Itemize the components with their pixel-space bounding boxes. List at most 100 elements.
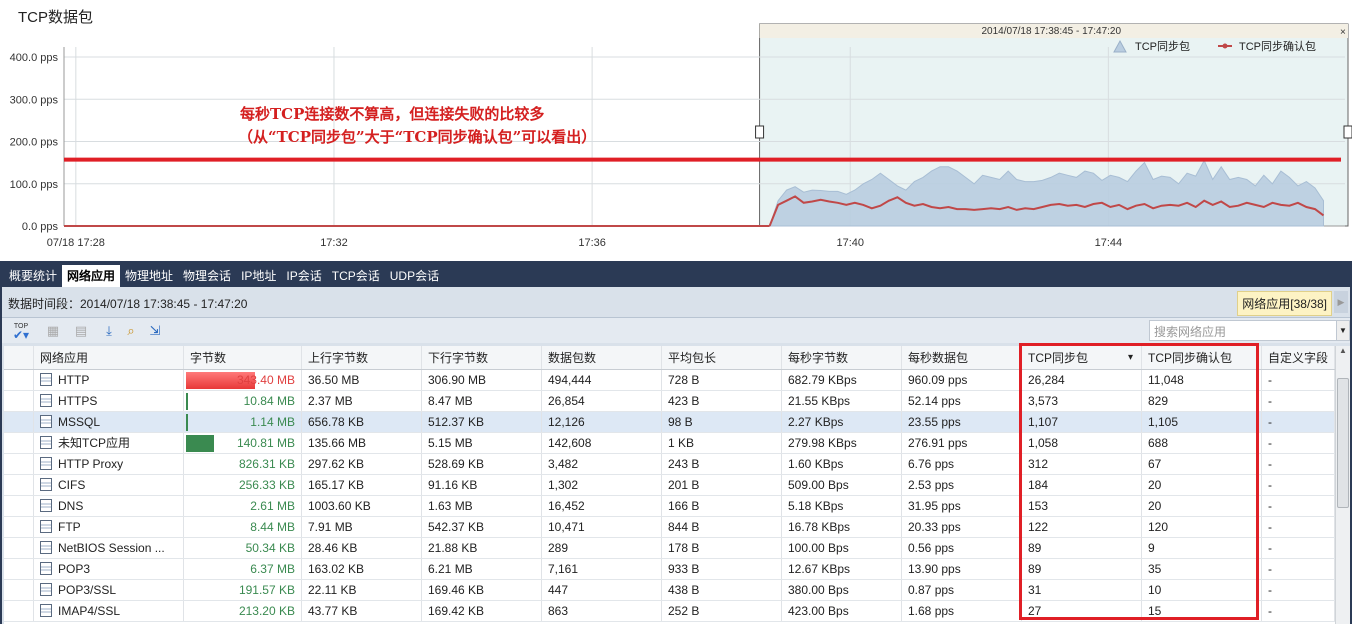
tab-1[interactable]: 网络应用: [62, 265, 121, 287]
cell-value: -: [1268, 604, 1272, 618]
chevron-down-icon[interactable]: ▼: [1336, 320, 1350, 341]
cell-value: 140.81 MB: [236, 436, 295, 450]
column-header-label: 平均包长: [668, 351, 717, 365]
app-icon: [40, 436, 52, 449]
tab-2[interactable]: 物理地址: [120, 265, 178, 287]
cell-value: 10: [1148, 583, 1162, 597]
cell-value: MSSQL: [58, 415, 101, 429]
column-header[interactable]: 网络应用: [34, 346, 184, 369]
cell-value: 27: [1028, 604, 1042, 618]
cell-2: 135.66 MB: [302, 433, 422, 453]
cell-1: 50.34 KB: [184, 538, 302, 558]
tab-5[interactable]: IP会话: [281, 265, 326, 287]
table-row[interactable]: CIFS 256.33 KB 165.17 KB 91.16 KB 1,302 201 B…: [4, 475, 1335, 496]
cell-6: 5.18 KBps: [782, 496, 902, 516]
cell-value: 165.17 KB: [308, 478, 365, 492]
column-header[interactable]: 每秒数据包: [902, 346, 1022, 369]
cell-10: -: [1262, 433, 1335, 453]
export-icon[interactable]: ⇲: [146, 322, 164, 340]
cell-value: -: [1268, 520, 1272, 534]
cell-6: 100.00 Bps: [782, 538, 902, 558]
cell-value: 20.33 pps: [908, 520, 961, 534]
chevron-right-icon[interactable]: ▶: [1334, 291, 1348, 313]
cell-2: 2.37 MB: [302, 391, 422, 411]
row-header: [4, 496, 34, 516]
column-header[interactable]: TCP同步确认包: [1142, 346, 1262, 369]
table-icon[interactable]: ▤: [72, 322, 90, 340]
x-tick-label: 17:32: [320, 237, 348, 249]
cell-value: 289: [548, 541, 569, 555]
cell-value: 135.66 MB: [308, 436, 367, 450]
cell-9: 20: [1142, 496, 1262, 516]
close-icon: ×: [1340, 27, 1346, 38]
cell-10: -: [1262, 538, 1335, 558]
cell-7: 31.95 pps: [902, 496, 1022, 516]
column-header[interactable]: 每秒字节数: [782, 346, 902, 369]
scroll-up-icon[interactable]: ▲: [1336, 346, 1350, 355]
cell-value: 728 B: [668, 373, 700, 387]
column-header[interactable]: 字节数: [184, 346, 302, 369]
cell-value: 191.57 KB: [238, 583, 295, 597]
column-header-label: 自定义字段: [1268, 351, 1329, 365]
cell-9: 120: [1142, 517, 1262, 537]
cell-value: 826.31 KB: [238, 457, 295, 471]
cell-3: 6.21 MB: [422, 559, 542, 579]
calculator-icon[interactable]: ▦: [44, 322, 62, 340]
tab-bar: 概要统计 网络应用 物理地址 物理会话 IP地址 IP会话 TCP会话 UDP会话: [0, 261, 1352, 287]
column-header[interactable]: TCP同步包 ▾: [1022, 346, 1142, 369]
tab-4[interactable]: IP地址: [236, 265, 281, 287]
cell-1: 826.31 KB: [184, 454, 302, 474]
top-filter-button[interactable]: TOP ✔▾: [8, 322, 34, 341]
cell-value: -: [1268, 373, 1272, 387]
column-header[interactable]: 自定义字段: [1262, 346, 1335, 369]
row-header-corner: [4, 346, 34, 369]
table-row[interactable]: POP3 6.37 MB 163.02 KB 6.21 MB 7,161 933 B 12.…: [4, 559, 1335, 580]
table-row[interactable]: 未知TCP应用 140.81 MB 135.66 MB 5.15 MB 142,608 1…: [4, 433, 1335, 454]
cell-7: 6.76 pps: [902, 454, 1022, 474]
table-row[interactable]: POP3/SSL 191.57 KB 22.11 KB 169.46 KB 447 438…: [4, 580, 1335, 601]
column-header-label: 下行字节数: [428, 351, 489, 365]
scrollbar-thumb[interactable]: [1337, 378, 1349, 508]
table-row[interactable]: HTTPS 10.84 MB 2.37 MB 8.47 MB 26,854 423 B 21…: [4, 391, 1335, 412]
app-count-badge[interactable]: 网络应用[38/38]: [1237, 291, 1332, 316]
find-icon[interactable]: ⌕: [122, 322, 140, 340]
tab-0[interactable]: 概要统计: [4, 265, 62, 287]
cell-value: 1003.60 KB: [308, 499, 371, 513]
cell-7: 20.33 pps: [902, 517, 1022, 537]
row-header: [4, 412, 34, 432]
table-row[interactable]: HTTP 343.40 MB 36.50 MB 306.90 MB 494,444 728…: [4, 370, 1335, 391]
column-header[interactable]: 数据包数: [542, 346, 662, 369]
cell-2: 36.50 MB: [302, 370, 422, 390]
cell-10: -: [1262, 370, 1335, 390]
download-icon[interactable]: ⤓: [100, 322, 118, 340]
cell-7: 1.68 pps: [902, 601, 1022, 621]
table-row[interactable]: MSSQL 1.14 MB 656.78 KB 512.37 KB 12,126 98 B…: [4, 412, 1335, 433]
column-header[interactable]: 上行字节数: [302, 346, 422, 369]
app-icon: [40, 373, 52, 386]
app-icon: [40, 457, 52, 470]
table-row[interactable]: DNS 2.61 MB 1003.60 KB 1.63 MB 16,452 166 B 5.…: [4, 496, 1335, 517]
app-icon: [40, 541, 52, 554]
table-row[interactable]: NetBIOS Session ... 50.34 KB 28.46 KB 21.88…: [4, 538, 1335, 559]
network-app-panel: 数据时间段：2014/07/18 17:38:45 - 17:47:20 网络应…: [0, 287, 1352, 624]
table-row[interactable]: IMAP4/SSL 213.20 KB 43.77 KB 169.42 KB 863 25…: [4, 601, 1335, 622]
column-header[interactable]: 下行字节数: [422, 346, 542, 369]
cell-value: 166 B: [668, 499, 700, 513]
cell-value: 153: [1028, 499, 1049, 513]
tab-3[interactable]: 物理会话: [178, 265, 236, 287]
cell-10: -: [1262, 391, 1335, 411]
column-header[interactable]: 平均包长: [662, 346, 782, 369]
cell-8: 89: [1022, 559, 1142, 579]
vertical-scrollbar[interactable]: ▲: [1335, 346, 1350, 624]
tab-7[interactable]: UDP会话: [385, 265, 444, 287]
table-row[interactable]: HTTP Proxy 826.31 KB 297.62 KB 528.69 KB 3,4…: [4, 454, 1335, 475]
tab-6[interactable]: TCP会话: [327, 265, 385, 287]
cell-3: 169.46 KB: [422, 580, 542, 600]
cell-3: 5.15 MB: [422, 433, 542, 453]
cell-value: 12,126: [548, 415, 585, 429]
cell-3: 8.47 MB: [422, 391, 542, 411]
cell-value: 447: [548, 583, 569, 597]
cell-value: 960.09 pps: [908, 373, 968, 387]
table-row[interactable]: FTP 8.44 MB 7.91 MB 542.37 KB 10,471 844 B 16.…: [4, 517, 1335, 538]
search-input[interactable]: 搜索网络应用: [1149, 320, 1337, 341]
